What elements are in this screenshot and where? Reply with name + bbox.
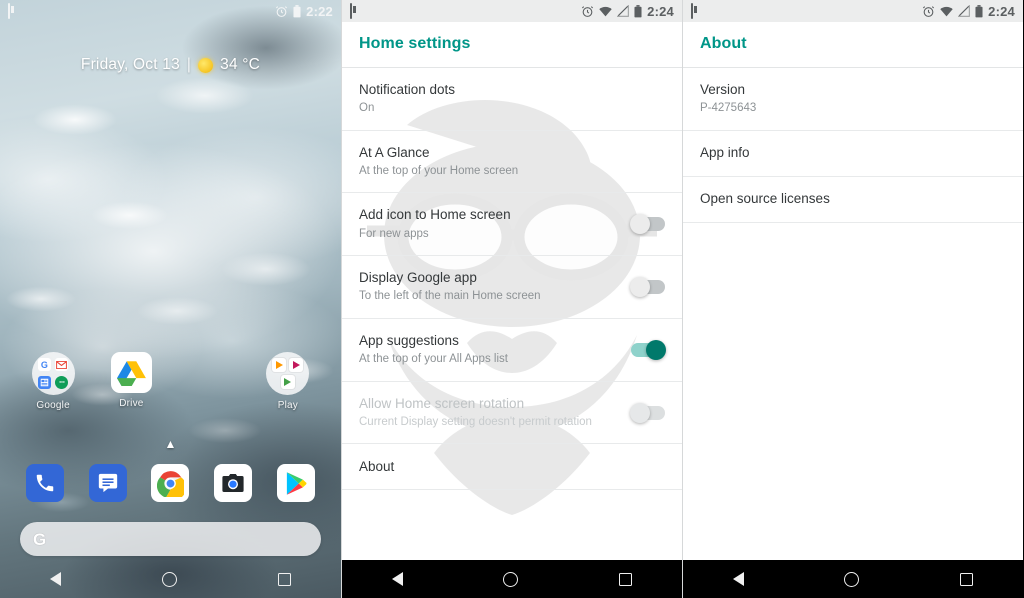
- weather-widget[interactable]: Friday, Oct 13 | 34 °C: [0, 56, 341, 74]
- about-panel: 2:24 About Version P-4275643 App info Op…: [682, 0, 1023, 598]
- back-icon[interactable]: [392, 572, 404, 586]
- status-bar-settings: 2:24: [342, 0, 682, 22]
- google-g-icon: G: [33, 529, 47, 549]
- play-folder-icon[interactable]: [266, 352, 310, 395]
- mini-messages-icon: [55, 375, 69, 389]
- row-title: At A Glance: [359, 144, 430, 160]
- home-icon[interactable]: [161, 571, 177, 587]
- toggle-allow-home-screen-rotation: [630, 402, 665, 423]
- battery-icon: [975, 4, 983, 18]
- wifi-icon: [940, 6, 953, 17]
- row-subtitle: To the left of the main Home screen: [359, 290, 541, 303]
- setting-row-display-google-app[interactable]: Display Google app To the left of the ma…: [342, 256, 682, 319]
- about-row-version: Version P-4275643: [683, 68, 1023, 131]
- app-label: Play: [277, 400, 298, 411]
- google-folder-icon[interactable]: G: [31, 352, 75, 395]
- row-title: Add icon to Home screen: [359, 207, 511, 223]
- app-label: Google: [36, 400, 70, 411]
- alarm-clock-icon: [275, 5, 288, 18]
- about-content: 2:24 About Version P-4275643 App info Op…: [683, 0, 1023, 223]
- status-time: 2:22: [306, 3, 333, 19]
- row-title: Version: [700, 82, 746, 97]
- messages-icon[interactable]: [88, 464, 127, 502]
- row-subtitle: P-4275643: [700, 102, 757, 115]
- home-screen-panel: 2:22 Friday, Oct 13 | 34 °C G Google Dri…: [0, 0, 341, 598]
- home-dock: [0, 464, 341, 502]
- setting-row-allow-home-screen-rotation: Allow Home screen rotation Current Displ…: [342, 382, 682, 445]
- toggle-app-suggestions[interactable]: [631, 339, 666, 360]
- row-title: App suggestions: [359, 332, 459, 348]
- row-subtitle: At the top of your All Apps list: [359, 353, 508, 366]
- setting-row-at-a-glance[interactable]: At A Glance At the top of your Home scre…: [342, 131, 682, 194]
- home-settings-panel: 2:24 Home settings Notification dots On …: [341, 0, 682, 598]
- app-cell-play[interactable]: Play: [249, 352, 327, 411]
- back-icon[interactable]: [733, 572, 745, 586]
- toggle-add-icon-to-home-screen[interactable]: [630, 214, 665, 235]
- status-time: 2:24: [647, 3, 674, 19]
- row-title: Notification dots: [359, 82, 456, 97]
- page-title: Home settings: [342, 22, 682, 68]
- three-phone-screenshots: 2:22 Friday, Oct 13 | 34 °C G Google Dri…: [0, 0, 1024, 598]
- mini-play-music-icon: [272, 358, 287, 372]
- play-store-icon[interactable]: [276, 464, 315, 502]
- mini-google-icon: G: [37, 358, 51, 372]
- navigation-bar-home: [0, 560, 341, 598]
- recents-icon[interactable]: [618, 572, 632, 586]
- wallpaper-foam: [0, 0, 341, 598]
- row-subtitle: Current Display setting doesn't permit r…: [359, 415, 592, 428]
- google-search-bar[interactable]: G: [20, 522, 321, 556]
- mini-play-games-icon: [280, 375, 295, 389]
- setting-row-notification-dots[interactable]: Notification dots On: [342, 68, 682, 131]
- app-cell-google[interactable]: G Google: [14, 352, 92, 411]
- row-subtitle: On: [359, 102, 375, 115]
- row-title: Allow Home screen rotation: [359, 395, 525, 411]
- status-bar-home: 2:22: [0, 0, 341, 22]
- row-title: Display Google app: [359, 270, 477, 286]
- chrome-icon[interactable]: [151, 464, 190, 502]
- all-apps-chevron-icon[interactable]: ▲: [0, 438, 341, 450]
- weather-temperature: 34 °C: [220, 56, 261, 73]
- drive-icon[interactable]: [110, 352, 152, 393]
- mini-news-icon: [37, 375, 51, 389]
- sun-icon: [198, 57, 214, 73]
- navigation-bar-about: [683, 560, 1023, 598]
- recents-icon[interactable]: [277, 572, 291, 586]
- app-label: Drive: [119, 398, 144, 409]
- home-settings-content: 2:24 Home settings Notification dots On …: [342, 0, 682, 491]
- battery-icon: [634, 4, 642, 18]
- app-cell-drive[interactable]: Drive: [92, 352, 170, 411]
- recents-icon[interactable]: [959, 572, 973, 586]
- weather-date: Friday, Oct 13: [80, 56, 180, 73]
- about-row-open-source-licenses[interactable]: Open source licenses: [683, 177, 1023, 223]
- setting-row-app-suggestions[interactable]: App suggestions At the top of your All A…: [342, 319, 682, 382]
- setting-row-about[interactable]: About: [342, 444, 682, 491]
- wifi-icon: [599, 6, 612, 17]
- back-icon[interactable]: [50, 572, 62, 586]
- setting-row-add-icon-to-home-screen[interactable]: Add icon to Home screen For new apps: [342, 193, 682, 257]
- status-bar-about: 2:24: [683, 0, 1023, 22]
- no-sim-icon: [957, 4, 971, 17]
- mini-play-movies-icon: [289, 358, 304, 372]
- battery-icon: [293, 4, 301, 18]
- camera-icon[interactable]: [214, 464, 253, 502]
- home-icon-grid: G Google Drive Play: [0, 352, 341, 411]
- phone-icon[interactable]: [26, 464, 65, 502]
- alarm-clock-icon: [581, 5, 594, 18]
- row-title: App info: [700, 145, 750, 161]
- status-time: 2:24: [988, 3, 1015, 19]
- home-icon[interactable]: [844, 571, 860, 587]
- about-row-app-info[interactable]: App info: [683, 131, 1023, 177]
- home-icon[interactable]: [503, 571, 519, 587]
- row-title: About: [359, 458, 395, 474]
- no-sim-icon: [616, 4, 630, 17]
- row-subtitle: For new apps: [359, 227, 429, 240]
- row-subtitle: At the top of your Home screen: [359, 164, 519, 177]
- page-title: About: [683, 22, 1023, 68]
- alarm-clock-icon: [922, 5, 935, 18]
- row-title: Open source licenses: [700, 191, 830, 207]
- toggle-display-google-app[interactable]: [630, 277, 665, 298]
- weather-separator: |: [186, 56, 192, 73]
- mini-gmail-icon: [55, 358, 69, 372]
- navigation-bar-settings: [342, 560, 682, 598]
